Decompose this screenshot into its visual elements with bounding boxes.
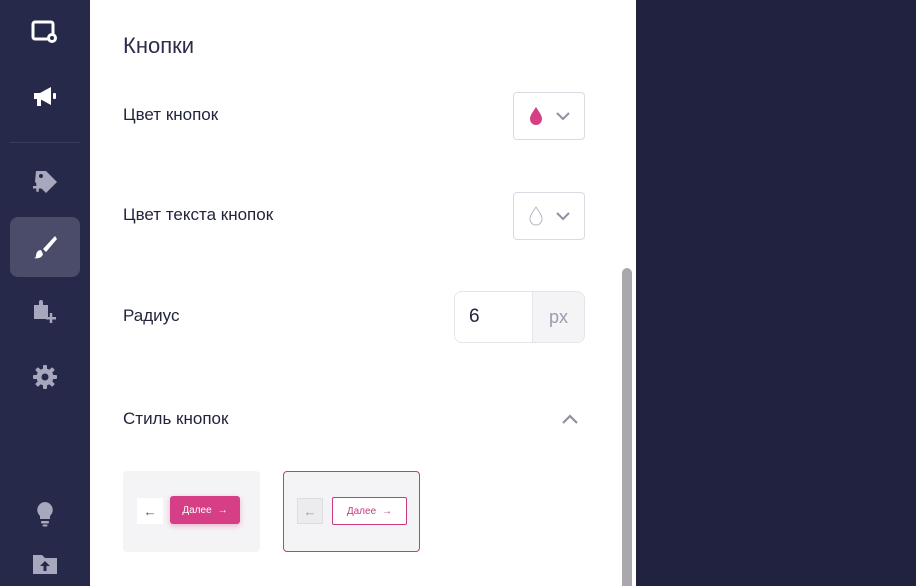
tag-add-icon (33, 171, 57, 193)
sidebar-item-widget-settings[interactable] (10, 2, 80, 62)
color-drop-icon (530, 107, 542, 125)
back-button-preview: ← (297, 498, 323, 524)
section-title: Кнопки (123, 33, 195, 58)
sidebar-item-integrations[interactable] (10, 282, 80, 342)
panel-scrollbar[interactable] (622, 268, 632, 586)
sidebar-divider (10, 142, 80, 143)
button-text-color-picker[interactable] (513, 192, 585, 240)
button-style-option-filled[interactable]: ← Далее → (123, 471, 260, 552)
chevron-down-icon (556, 212, 570, 221)
gear-icon (33, 365, 57, 389)
sidebar-item-export[interactable] (10, 534, 80, 586)
sidebar-item-settings[interactable] (10, 347, 80, 407)
radius-input[interactable] (455, 292, 532, 342)
arrow-left-icon: ← (303, 503, 317, 519)
button-text-color-label: Цвет текста кнопок (123, 205, 274, 224)
chevron-down-icon (556, 112, 570, 121)
arrow-right-icon: → (217, 504, 228, 516)
arrow-left-icon: ← (143, 503, 157, 519)
radius-field: px (454, 291, 585, 343)
sidebar-item-design[interactable] (10, 217, 80, 277)
radius-label: Радиус (123, 306, 180, 325)
sidebar-item-announcements[interactable] (10, 66, 80, 126)
settings-panel: Кнопки Цвет кнопок Цвет текста кнопок Ра… (90, 0, 636, 586)
next-button-label: Далее (346, 505, 377, 517)
brush-icon (34, 236, 57, 259)
button-color-label: Цвет кнопок (123, 105, 219, 124)
window-settings-icon (31, 20, 57, 43)
button-style-option-outlined[interactable]: ← Далее → (283, 471, 420, 552)
sidebar-item-tags[interactable] (10, 152, 80, 212)
next-button-preview: Далее → (170, 496, 240, 524)
chevron-up-icon[interactable] (560, 410, 580, 430)
megaphone-icon (34, 87, 56, 106)
button-style-label: Стиль кнопок (123, 409, 229, 428)
color-drop-icon (529, 206, 543, 226)
next-button-label: Далее (182, 504, 212, 516)
sidebar (0, 0, 90, 586)
arrow-right-icon: → (382, 505, 393, 517)
folder-upload-icon (33, 555, 57, 574)
plugin-add-icon (34, 300, 56, 323)
lightbulb-icon (37, 502, 53, 527)
next-button-preview: Далее → (332, 497, 407, 525)
back-button-preview: ← (137, 498, 163, 524)
button-color-picker[interactable] (513, 92, 585, 140)
radius-unit: px (532, 292, 584, 342)
